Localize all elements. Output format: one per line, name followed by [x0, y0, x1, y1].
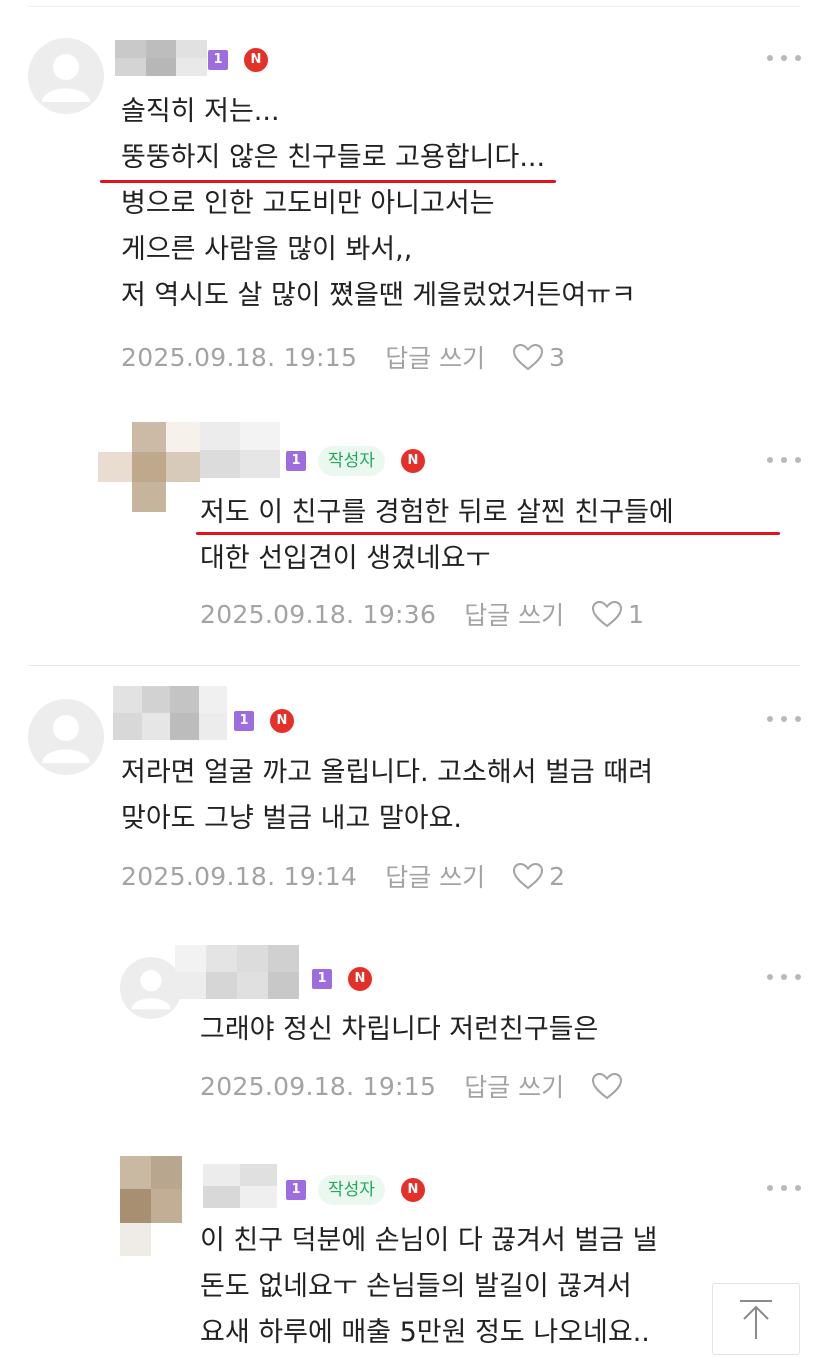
comment-line: 뚱뚱하지 않은 친구들로 고용합니다... [121, 142, 546, 173]
comment-1: 1 N 솔직히 저는... 뚱뚱하지 않은 친구들로 고용합니다... 병으로 … [0, 0, 835, 400]
comment-meta: 2025.09.18. 19:36 답글 쓰기 1 [200, 594, 644, 634]
comment-line: 대한 선입견이 생겼네요ㅜ [200, 543, 491, 574]
comment-line: 저 역시도 살 많이 쪘을땐 게을렀었거든여ㅠㅋ [121, 280, 636, 311]
level-badge: 1 [312, 969, 332, 989]
nickname-blurred[interactable] [203, 1164, 277, 1208]
comment-meta: 2025.09.18. 19:14 답글 쓰기 2 [121, 856, 565, 896]
more-dots-icon[interactable] [767, 714, 801, 724]
comment-line: 저라면 얼굴 까고 올립니다. 고소해서 벌금 때려 [121, 757, 654, 788]
comment-meta: 2025.09.18. 19:15 답글 쓰기 [200, 1066, 628, 1106]
comment-line: 그래야 정신 차립니다 저런친구들은 [200, 1014, 599, 1045]
comment-line: 솔직히 저는... [121, 96, 280, 127]
reply-button[interactable]: 답글 쓰기 [464, 1068, 564, 1104]
comment-line: 병으로 인한 고도비만 아니고서는 [121, 188, 495, 219]
like-button[interactable]: 3 [511, 342, 565, 372]
reply-button[interactable]: 답글 쓰기 [464, 596, 564, 632]
heart-outline-icon [592, 1072, 623, 1100]
comment-body: 이 친구 덕분에 손님이 다 끊겨서 벌금 낼 돈도 없네요ㅜ 손님들의 발길이… [200, 1218, 658, 1356]
level-badge: 1 [286, 1180, 306, 1200]
comment-2: 1 N 저라면 얼굴 까고 올립니다. 고소해서 벌금 때려 맞아도 그냥 벌금… [0, 666, 835, 936]
comment-line: 요새 하루에 매출 5만원 정도 나오네요.. [200, 1317, 650, 1348]
highlight-underline [196, 532, 780, 535]
like-count: 2 [549, 861, 566, 891]
new-badge-icon: N [400, 449, 425, 473]
nickname-blurred[interactable] [115, 40, 207, 76]
new-badge-icon: N [270, 709, 294, 733]
comment-date: 2025.09.18. 19:14 [121, 861, 358, 891]
reply-comment-3: 1 작성자 N 이 친구 덕분에 손님이 다 끊겨서 벌금 낼 돈도 없네요ㅜ … [0, 1136, 835, 1365]
comment-meta: 2025.09.18. 19:15 답글 쓰기 3 [121, 337, 565, 377]
new-badge-icon: N [348, 967, 372, 991]
arrow-up-icon [740, 1300, 772, 1339]
nickname-badges: 1 N [234, 705, 294, 737]
more-dots-icon[interactable] [767, 455, 801, 465]
like-button[interactable] [590, 1071, 628, 1101]
avatar-blurred[interactable] [98, 422, 200, 512]
comment-date: 2025.09.18. 19:15 [200, 1071, 437, 1101]
comment-line: 저도 이 친구를 경험한 뒤로 살찐 친구들에 [200, 497, 674, 528]
more-dots-icon[interactable] [767, 972, 801, 982]
more-dots-icon[interactable] [767, 1183, 801, 1193]
like-count: 1 [628, 599, 645, 629]
nickname-badges: 1 작성자 N [286, 445, 425, 477]
nickname-blurred[interactable] [200, 422, 280, 478]
comment-body: 솔직히 저는... 뚱뚱하지 않은 친구들로 고용합니다... 병으로 인한 고… [121, 89, 636, 319]
comment-body: 저라면 얼굴 까고 올립니다. 고소해서 벌금 때려 맞아도 그냥 벌금 내고 … [121, 750, 653, 842]
nickname-badges: 1 N [312, 963, 372, 995]
comment-date: 2025.09.18. 19:36 [200, 599, 437, 629]
comment-body: 그래야 정신 차립니다 저런친구들은 [200, 1007, 598, 1053]
nickname-badges: 1 작성자 N [286, 1174, 425, 1206]
heart-outline-icon [513, 343, 544, 371]
comment-date: 2025.09.18. 19:15 [121, 342, 358, 372]
avatar-blurred[interactable] [120, 1156, 182, 1256]
level-badge: 1 [234, 711, 254, 731]
nickname-badges: 1 N [208, 44, 268, 76]
reply-comment-1: 1 작성자 N 저도 이 친구를 경험한 뒤로 살찐 친구들에 대한 선입견이 … [0, 400, 835, 660]
comment-line: 맞아도 그냥 벌금 내고 말아요. [121, 803, 462, 834]
heart-outline-icon [513, 862, 544, 890]
author-badge: 작성자 [318, 1175, 385, 1205]
author-badge: 작성자 [318, 446, 385, 476]
like-count: 3 [549, 342, 566, 372]
more-dots-icon[interactable] [767, 53, 801, 63]
scroll-top-button[interactable] [712, 1283, 800, 1355]
avatar-default-icon[interactable] [28, 38, 104, 114]
heart-outline-icon [592, 600, 623, 628]
level-badge: 1 [208, 50, 228, 70]
reply-comment-2: 1 N 그래야 정신 차립니다 저런친구들은 2025.09.18. 19:15… [0, 936, 835, 1136]
comment-line: 돈도 없네요ㅜ 손님들의 발길이 끊겨서 [200, 1271, 632, 1302]
comment-line: 게으른 사람을 많이 봐서,, [121, 234, 413, 265]
reply-button[interactable]: 답글 쓰기 [385, 858, 485, 894]
comment-body: 저도 이 친구를 경험한 뒤로 살찐 친구들에 대한 선입견이 생겼네요ㅜ [200, 490, 674, 582]
nickname-blurred[interactable] [175, 945, 299, 999]
avatar-default-icon[interactable] [120, 957, 182, 1019]
new-badge-icon: N [244, 48, 268, 72]
highlight-underline [100, 180, 556, 183]
level-badge: 1 [286, 451, 306, 471]
like-button[interactable]: 1 [590, 599, 644, 629]
nickname-blurred[interactable] [113, 686, 227, 740]
avatar-default-icon[interactable] [28, 699, 104, 775]
new-badge-icon: N [400, 1178, 425, 1202]
reply-button[interactable]: 답글 쓰기 [385, 339, 485, 375]
comment-line: 이 친구 덕분에 손님이 다 끊겨서 벌금 낼 [200, 1225, 658, 1256]
like-button[interactable]: 2 [511, 861, 565, 891]
